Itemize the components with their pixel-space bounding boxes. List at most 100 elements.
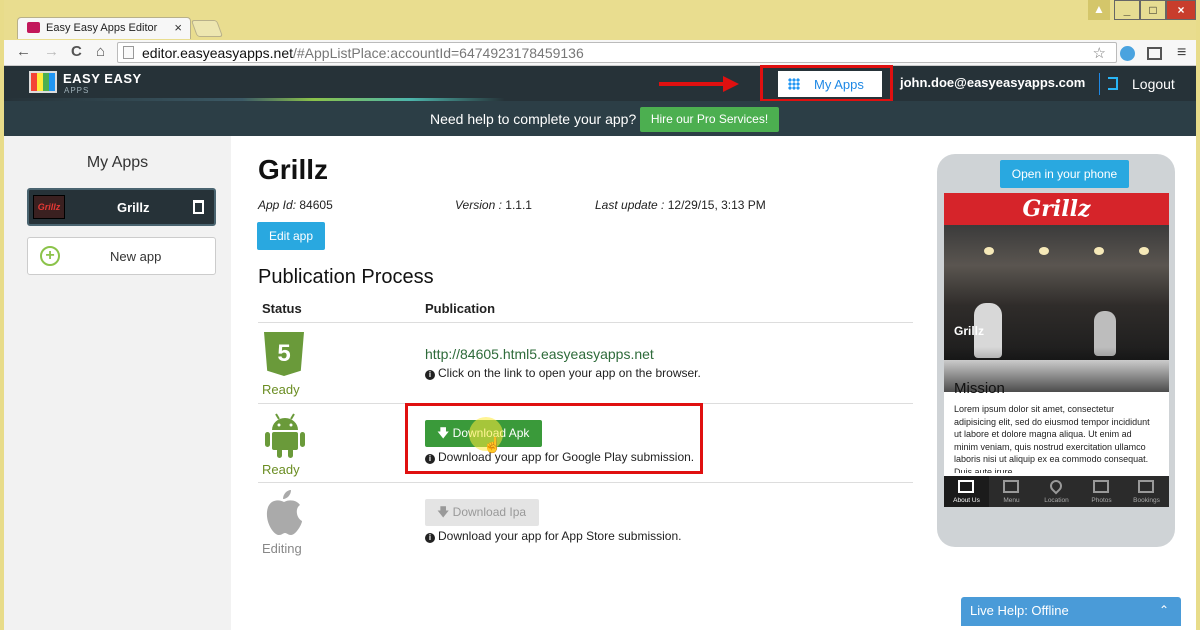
logo-icon (29, 71, 57, 93)
new-app-button[interactable]: + New app (27, 237, 216, 275)
preview-tab-location[interactable]: Location (1034, 476, 1079, 507)
status-html5: Ready (262, 382, 300, 397)
preview-kitchen-photo (944, 225, 1169, 392)
trash-icon[interactable] (193, 200, 204, 214)
page-icon (123, 46, 134, 59)
version-label: Version : (455, 198, 502, 212)
app-id-label: App Id: (258, 198, 297, 212)
chevron-up-icon[interactable]: ⌃ (1159, 597, 1169, 624)
live-help-widget[interactable]: Live Help: Offline ⌃ (961, 597, 1181, 626)
html5-hint: i Click on the link to open your app on t… (425, 366, 701, 380)
browser-window: Easy Easy Apps Editor × ▲ _ □ × ← → C ⌂ … (0, 0, 1200, 630)
app-id: App Id: 84605 (258, 198, 333, 212)
tab-close-icon[interactable]: × (174, 20, 182, 35)
browser-menu-icon[interactable]: ≡ (1177, 44, 1186, 62)
html5-icon: 5 (264, 332, 304, 376)
annotation-arrow (659, 82, 725, 86)
preview-section-title: Mission (954, 380, 1005, 397)
live-help-label: Live Help: Offline (970, 603, 1069, 618)
preview-tab-photos[interactable]: Photos (1079, 476, 1124, 507)
app-version: Version : 1.1.1 (455, 198, 532, 212)
android-icon (265, 413, 305, 458)
open-in-phone-button[interactable]: Open in your phone (1000, 160, 1129, 188)
header-divider (1099, 73, 1100, 95)
status-ios: Editing (262, 541, 302, 556)
phone-preview: Open in your phone Grillz Grillz Mission… (937, 154, 1175, 547)
open-sign-icon (958, 480, 974, 493)
help-text: Need help to complete your app? (430, 111, 637, 127)
html5-hint-text: Click on the link to open your app on th… (438, 366, 701, 380)
back-icon[interactable]: ← (16, 43, 31, 60)
minimize-button[interactable]: _ (1114, 0, 1140, 20)
main-content: Grillz App Id: 84605 Version : 1.1.1 Las… (231, 136, 1196, 630)
preview-tab-menu[interactable]: Menu (989, 476, 1034, 507)
phone-screen: Grillz Grillz Mission Lorem ipsum dolor … (944, 193, 1169, 507)
page-title: Grillz (258, 154, 329, 185)
last-update-label: Last update : (595, 198, 665, 212)
photo-icon (1093, 480, 1109, 493)
preview-tab-bar: About Us Menu Location Photos Bookings (944, 476, 1169, 507)
forward-icon[interactable]: → (44, 43, 59, 60)
hire-pro-services-button[interactable]: Hire our Pro Services! (640, 107, 779, 132)
sidebar-title: My Apps (86, 154, 149, 171)
column-header-status: Status (262, 301, 302, 316)
preview-photo-caption: Grillz (954, 324, 985, 338)
version-value: 1.1.1 (505, 198, 532, 212)
browser-tab[interactable]: Easy Easy Apps Editor × (17, 17, 191, 39)
app-name: Grillz (117, 200, 150, 215)
sidebar-item-grillz[interactable]: Grillz Grillz (27, 188, 216, 226)
highlight-box-apk (405, 403, 703, 474)
sidebar: My Apps Grillz Grillz + New app (4, 136, 231, 630)
home-icon[interactable]: ⌂ (96, 43, 105, 60)
logout-button[interactable]: Logout (1132, 76, 1175, 92)
ios-hint-text: Download your app for App Store submissi… (438, 529, 682, 543)
extension-icon[interactable] (1120, 46, 1135, 61)
preview-tab-bookings[interactable]: Bookings (1124, 476, 1169, 507)
map-pin-icon (1047, 477, 1065, 495)
logo-text: EASY EASY (63, 71, 142, 86)
edit-app-button[interactable]: Edit app (257, 222, 325, 250)
app-favicon-icon (27, 22, 40, 33)
bookmark-star-icon[interactable]: ☆ (1093, 44, 1106, 62)
app-id-value: 84605 (299, 198, 333, 212)
preview-tab-label: About Us (953, 497, 980, 504)
logo-subtext: APPS (64, 86, 90, 95)
logout-icon[interactable] (1108, 77, 1118, 90)
book-icon (1003, 480, 1019, 493)
download-icon: 🡇 (437, 505, 453, 519)
new-tab-button[interactable] (190, 20, 224, 37)
help-banner: Need help to complete your app? Hire our… (4, 101, 1196, 136)
url-input[interactable]: editor.easyeasyapps.net/#AppListPlace:ac… (117, 42, 1117, 63)
preview-tab-about-us[interactable]: About Us (944, 476, 989, 507)
preview-tab-label: Location (1044, 497, 1069, 504)
maximize-button[interactable]: □ (1140, 0, 1166, 20)
publication-title: Publication Process (258, 266, 434, 288)
calendar-icon (1138, 480, 1154, 493)
status-android: Ready (262, 462, 300, 477)
download-ipa-label: Download Ipa (452, 505, 527, 519)
app-last-update: Last update : 12/29/15, 3:13 PM (595, 198, 766, 212)
html5-app-link[interactable]: http://84605.html5.easyeasyapps.net (425, 346, 654, 362)
new-app-label: New app (110, 249, 162, 264)
url-path: /#AppListPlace:accountId=647492317845913… (293, 45, 584, 61)
reload-icon[interactable]: C (71, 43, 82, 60)
preview-app-header: Grillz (944, 193, 1169, 225)
url-host: editor.easyeasyapps.net (142, 45, 293, 61)
tab-title: Easy Easy Apps Editor (46, 22, 158, 34)
user-profile-icon[interactable]: ▲ (1088, 0, 1110, 20)
close-window-button[interactable]: × (1166, 0, 1196, 20)
cast-icon[interactable] (1147, 47, 1162, 60)
column-header-publication: Publication (425, 301, 496, 316)
address-toolbar: ← → C ⌂ editor.easyeasyapps.net/#AppList… (4, 40, 1196, 66)
preview-tab-label: Bookings (1133, 497, 1160, 504)
info-icon: i (425, 370, 435, 380)
table-divider (258, 482, 913, 483)
download-ipa-button[interactable]: 🡇 Download Ipa (425, 499, 539, 526)
preview-body-text: Lorem ipsum dolor sit amet, consectetur … (954, 404, 1150, 473)
user-email[interactable]: john.doe@easyeasyapps.com (900, 75, 1085, 90)
title-bar: Easy Easy Apps Editor × ▲ _ □ × (4, 0, 1196, 40)
plus-icon: + (40, 246, 60, 266)
highlight-box-my-apps (760, 65, 893, 102)
preview-tab-label: Photos (1091, 497, 1112, 504)
ios-hint: i Download your app for App Store submiss… (425, 529, 681, 543)
